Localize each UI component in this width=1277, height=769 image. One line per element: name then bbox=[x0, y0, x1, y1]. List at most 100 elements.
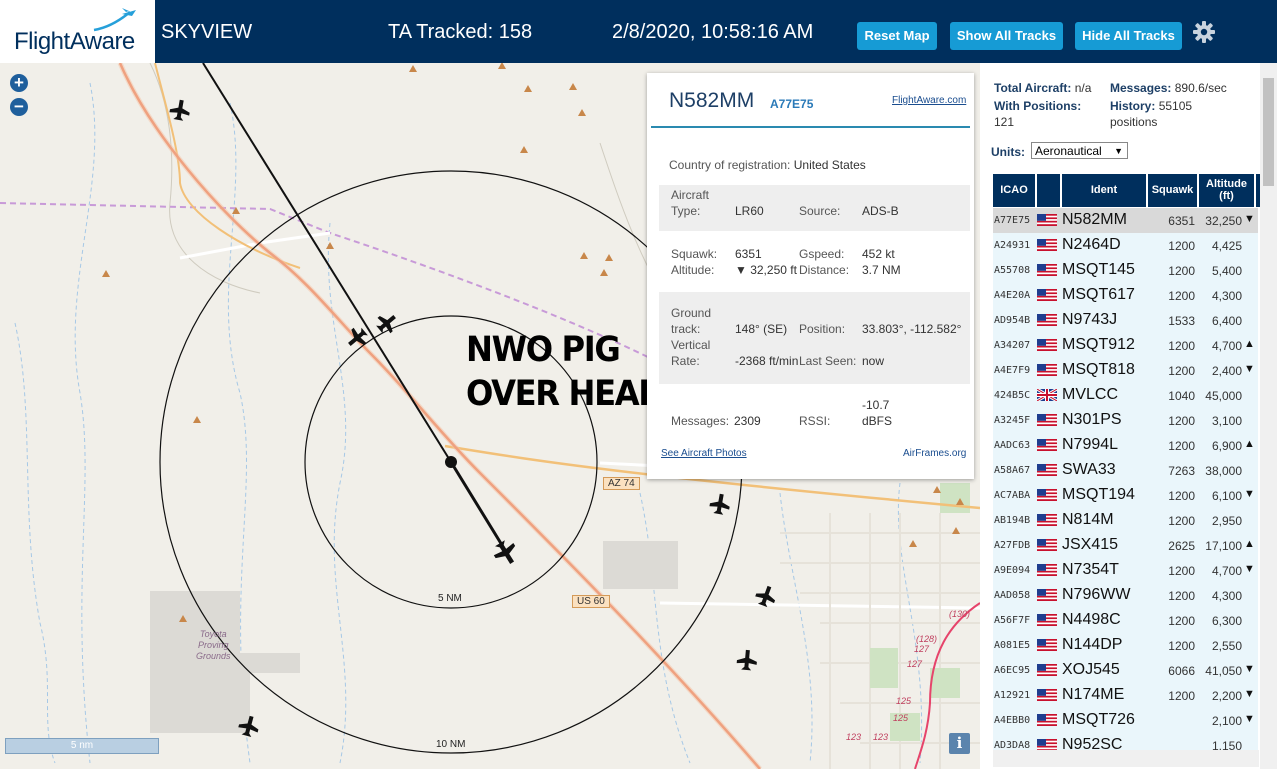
cell-altitude: 32,250 bbox=[1205, 214, 1242, 228]
cell-squawk: 1200 bbox=[1168, 639, 1195, 653]
zoom-in-button[interactable]: + bbox=[10, 74, 28, 92]
us-flag-icon bbox=[1037, 464, 1057, 476]
table-row[interactable]: A56F7F N4498C 1200 6,300 bbox=[993, 608, 1258, 634]
cell-icao: A27FDB bbox=[994, 540, 1031, 551]
us-flag-icon bbox=[1037, 589, 1057, 601]
ring-label-5nm: 5 NM bbox=[436, 593, 464, 604]
cell-icao: A3245F bbox=[994, 415, 1031, 426]
table-row[interactable]: A55708 MSQT145 1200 5,400 bbox=[993, 258, 1258, 284]
cell-icao: A34207 bbox=[994, 340, 1031, 351]
altitude-trend-icon: ▼ bbox=[1244, 563, 1255, 575]
table-row[interactable]: A12921 N174ME 1200 2,200 ▼ bbox=[993, 683, 1258, 709]
cell-squawk: 1533 bbox=[1168, 314, 1195, 328]
squawk-label: Squawk: bbox=[671, 247, 718, 261]
ring-label-10nm: 10 NM bbox=[434, 739, 468, 750]
cell-ident: XOJ545 bbox=[1062, 661, 1120, 678]
country-value: United States bbox=[793, 158, 866, 172]
altitude-trend-icon: ▼ bbox=[1244, 713, 1255, 725]
cell-squawk: 1200 bbox=[1168, 514, 1195, 528]
table-row[interactable]: AD954B N9743J 1533 6,400 bbox=[993, 308, 1258, 334]
horizontal-scrollbar[interactable] bbox=[993, 750, 1259, 767]
cell-ident: MSQT726 bbox=[1062, 711, 1135, 728]
zoom-out-button[interactable]: − bbox=[10, 98, 28, 116]
history-value: 55105 bbox=[1158, 99, 1193, 113]
table-row[interactable]: A24931 N2464D 1200 4,425 bbox=[993, 233, 1258, 259]
route-label-123b: 123 bbox=[873, 732, 889, 742]
aircraft-marker[interactable] bbox=[373, 309, 401, 337]
table-row[interactable]: A3245F N301PS 1200 3,100 bbox=[993, 408, 1258, 434]
col-header-squawk[interactable]: Squawk bbox=[1148, 174, 1197, 207]
table-row[interactable]: AADC63 N7994L 1200 6,900 ▲ bbox=[993, 433, 1258, 459]
cell-icao: A58A67 bbox=[994, 465, 1031, 476]
cell-ident: N2464D bbox=[1062, 236, 1121, 253]
show-all-tracks-button[interactable]: Show All Tracks bbox=[950, 22, 1063, 50]
table-row[interactable]: A081E5 N144DP 1200 2,550 bbox=[993, 633, 1258, 659]
vrate-label-1: Vertical bbox=[671, 338, 711, 352]
cell-icao: A12921 bbox=[994, 690, 1031, 701]
cell-squawk: 1040 bbox=[1168, 389, 1195, 403]
cell-icao: A081E5 bbox=[994, 640, 1031, 651]
table-row[interactable]: A27FDB JSX415 2625 17,100 ▲ bbox=[993, 533, 1258, 559]
altitude-trend-icon: ▼ bbox=[1244, 688, 1255, 700]
col-header-altitude[interactable]: Altitude (ft) bbox=[1199, 174, 1254, 207]
route-label-125a: 125 bbox=[896, 696, 912, 706]
aircraft-marker[interactable] bbox=[168, 98, 191, 121]
scrollbar-thumb[interactable] bbox=[1263, 78, 1274, 186]
units-select-value: Aeronautical bbox=[1035, 144, 1102, 158]
type-label-1: Aircraft bbox=[671, 188, 710, 202]
flightaware-link[interactable]: FlightAware.com bbox=[892, 95, 966, 106]
reset-map-button[interactable]: Reset Map bbox=[857, 22, 937, 50]
table-row[interactable]: AC7ABA MSQT194 1200 6,100 ▼ bbox=[993, 483, 1258, 509]
cell-altitude: 4,300 bbox=[1211, 589, 1242, 603]
lastseen-value: now bbox=[862, 354, 885, 368]
table-row[interactable]: A58A67 SWA33 7263 38,000 bbox=[993, 458, 1258, 484]
cell-squawk: 1200 bbox=[1168, 414, 1195, 428]
table-row[interactable]: A9E094 N7354T 1200 4,700 ▼ bbox=[993, 558, 1258, 584]
table-row[interactable]: A4E20A MSQT617 1200 4,300 bbox=[993, 283, 1258, 309]
aircraft-marker-selected[interactable] bbox=[490, 537, 522, 569]
cell-altitude: 6,100 bbox=[1211, 489, 1242, 503]
aircraft-photos-link[interactable]: See Aircraft Photos bbox=[661, 448, 747, 459]
table-row[interactable]: A6EC95 XOJ545 6066 41,050 ▼ bbox=[993, 658, 1258, 684]
airframes-link[interactable]: AirFrames.org bbox=[903, 448, 966, 459]
cell-altitude: 17,100 bbox=[1205, 539, 1242, 553]
chevron-down-icon: ▼ bbox=[1114, 146, 1123, 156]
table-row[interactable]: A4EBB0 MSQT726 2,100 ▼ bbox=[993, 708, 1258, 734]
us-flag-icon bbox=[1037, 239, 1057, 251]
altitude-trend-icon: ▼ bbox=[1244, 488, 1255, 500]
aircraft-marker[interactable] bbox=[708, 492, 731, 515]
altitude-trend-icon: ▼ bbox=[1244, 213, 1255, 225]
col-header-ident[interactable]: Ident bbox=[1062, 174, 1146, 207]
aircraft-marker[interactable] bbox=[736, 649, 758, 671]
units-select[interactable]: Aeronautical ▼ bbox=[1031, 142, 1128, 159]
table-row[interactable]: AAD058 N796WW 1200 4,300 bbox=[993, 583, 1258, 609]
type-row: Aircraft Type: LR60 Source: ADS-B bbox=[659, 185, 970, 231]
track-value: 148° (SE) bbox=[735, 322, 788, 336]
us-flag-icon bbox=[1037, 614, 1057, 626]
cell-altitude: 38,000 bbox=[1205, 464, 1242, 478]
table-row[interactable]: A4E7F9 MSQT818 1200 2,400 ▼ bbox=[993, 358, 1258, 384]
table-row[interactable]: A34207 MSQT912 1200 4,700 ▲ bbox=[993, 333, 1258, 359]
cell-icao: AD954B bbox=[994, 315, 1031, 326]
table-row[interactable]: AB194B N814M 1200 2,950 bbox=[993, 508, 1258, 534]
cell-altitude: 6,400 bbox=[1211, 314, 1242, 328]
gear-icon[interactable] bbox=[1192, 20, 1216, 44]
hide-all-tracks-button[interactable]: Hide All Tracks bbox=[1075, 22, 1182, 50]
popup-divider bbox=[651, 126, 970, 128]
info-button[interactable]: i bbox=[949, 733, 970, 754]
us-flag-icon bbox=[1037, 539, 1057, 551]
scale-bar: 5 nm bbox=[5, 738, 159, 754]
cell-altitude: 4,700 bbox=[1211, 564, 1242, 578]
route-label-125b: 125 bbox=[893, 713, 909, 723]
type-label-2: Type: bbox=[671, 204, 701, 218]
col-header-icao[interactable]: ICAO bbox=[993, 174, 1035, 207]
cell-squawk: 1200 bbox=[1168, 339, 1195, 353]
altitude-trend-icon: ▲ bbox=[1244, 438, 1255, 450]
table-row[interactable]: A77E75 N582MM 6351 32,250 ▼ bbox=[993, 208, 1258, 234]
flightaware-logo[interactable]: FlightAware bbox=[0, 0, 155, 63]
cell-squawk: 1200 bbox=[1168, 289, 1195, 303]
cell-squawk: 7263 bbox=[1168, 464, 1195, 478]
table-row[interactable]: 424B5C MVLCC 1040 45,000 bbox=[993, 383, 1258, 409]
cell-altitude: 3,100 bbox=[1211, 414, 1242, 428]
total-aircraft-label: Total Aircraft: bbox=[994, 81, 1072, 95]
